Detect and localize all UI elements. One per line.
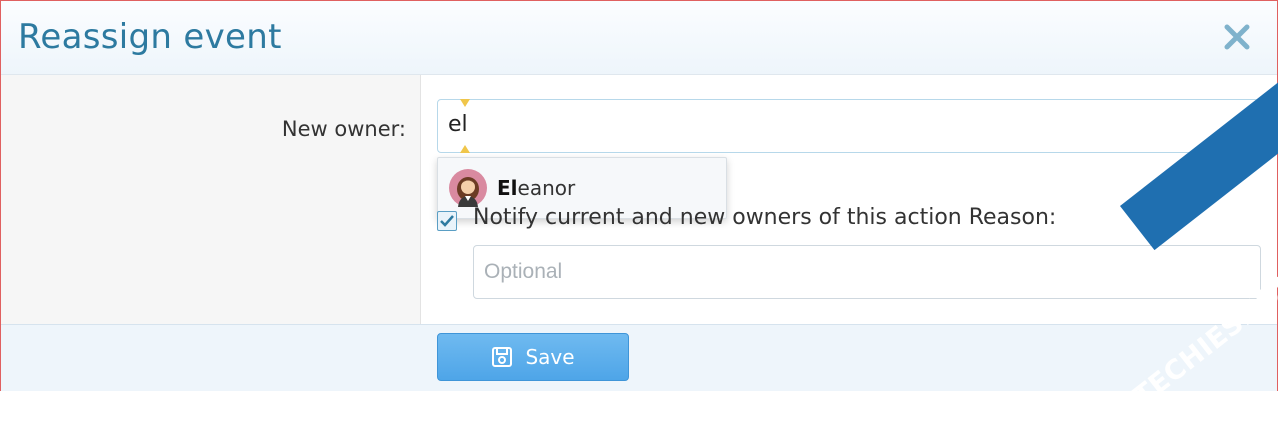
close-icon[interactable]	[1219, 19, 1255, 55]
check-icon	[440, 215, 454, 227]
new-owner-label: New owner:	[281, 117, 406, 141]
save-label: Save	[525, 345, 575, 369]
user-avatar-icon	[449, 169, 487, 207]
dialog-title: Reassign event	[18, 17, 282, 57]
notify-checkbox[interactable]	[437, 211, 457, 231]
reason-input[interactable]	[473, 245, 1261, 299]
dialog-footer	[1, 324, 1277, 391]
dialog-header: Reassign event	[1, 1, 1277, 75]
floppy-disk-icon	[492, 347, 513, 367]
new-owner-input[interactable]: el	[437, 99, 1259, 153]
label-column: New owner:	[1, 75, 421, 324]
input-caret-bottom-icon	[460, 145, 470, 153]
notify-label: Notify current and new owners of this ac…	[473, 205, 1057, 230]
suggestion-match-text: El	[497, 176, 518, 200]
suggestion-name: Eleanor	[497, 176, 575, 200]
suggestion-rest-text: eanor	[517, 176, 576, 200]
save-button[interactable]: Save	[437, 333, 629, 381]
input-caret-top-icon	[460, 99, 470, 107]
